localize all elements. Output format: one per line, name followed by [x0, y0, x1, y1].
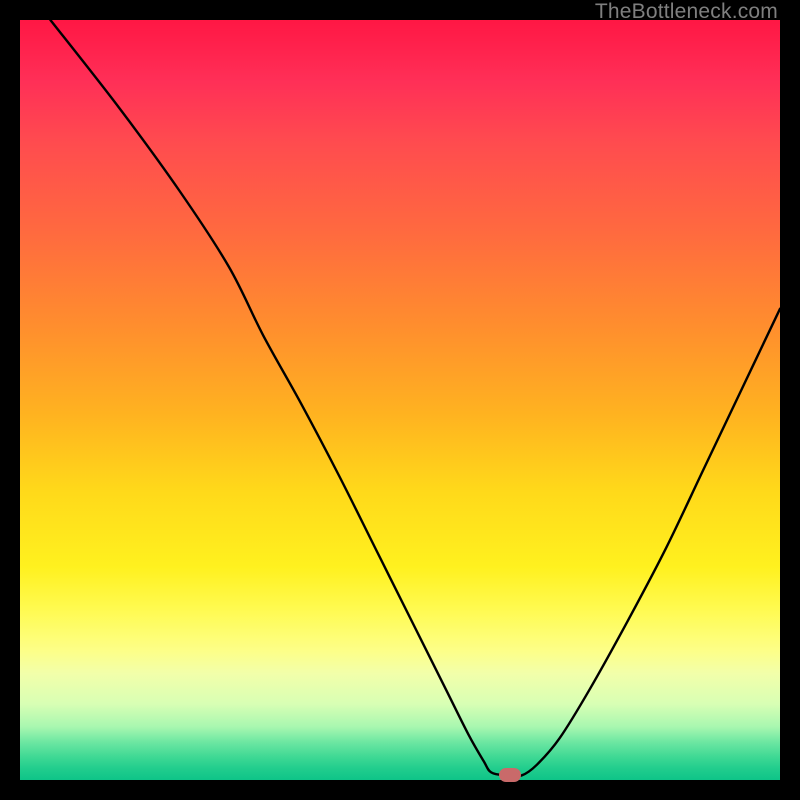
bottleneck-curve: [50, 20, 780, 776]
curve-svg: [20, 20, 780, 780]
plot-area: [20, 20, 780, 780]
chart-frame: TheBottleneck.com: [0, 0, 800, 800]
minimum-marker: [499, 768, 521, 782]
